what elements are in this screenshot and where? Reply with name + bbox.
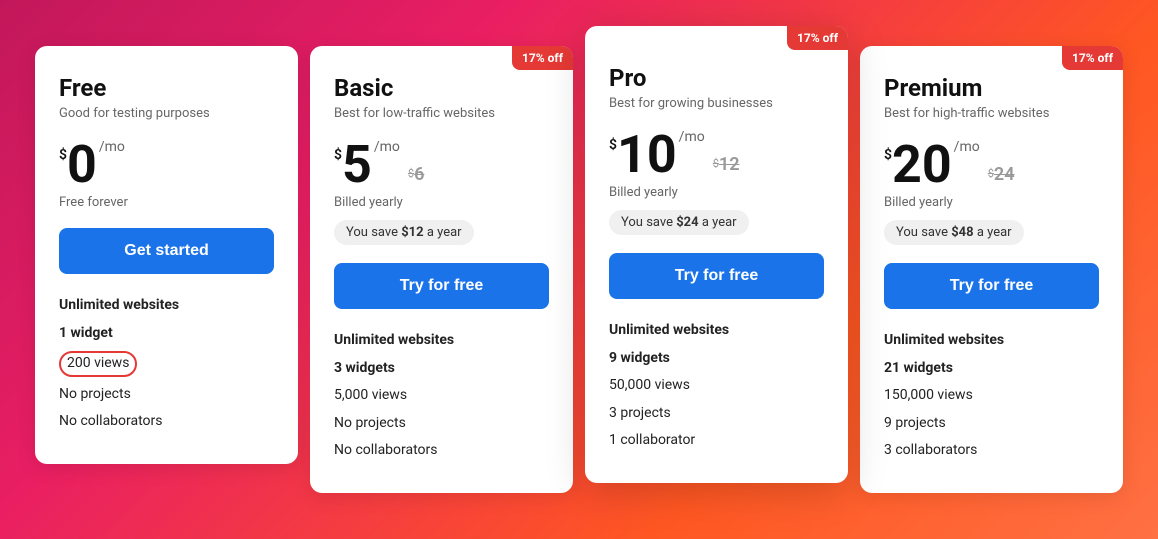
plan-description-basic: Best for low-traffic websites [334, 106, 549, 121]
price-number-pro: 10 [617, 129, 677, 181]
price-main-premium: $ 20 /mo [884, 139, 980, 191]
cta-button-free[interactable]: Get started [59, 228, 274, 274]
plan-card-basic: 17% off Basic Best for low-traffic website… [310, 46, 573, 493]
plan-card-pro: 17% off Pro Best for growing businesses $ … [585, 26, 848, 483]
cta-button-pro[interactable]: Try for free [609, 253, 824, 299]
price-number-basic: 5 [342, 139, 372, 191]
plan-name-premium: Premium [884, 74, 1099, 102]
plan-name-basic: Basic [334, 74, 549, 102]
plan-card-premium: 17% off Premium Best for high-traffic webs… [860, 46, 1123, 493]
price-period-pro: /mo [679, 129, 705, 145]
price-main-pro: $ 10 /mo [609, 129, 705, 181]
plan-description-free: Good for testing purposes [59, 106, 274, 121]
billing-note-premium: Billed yearly [884, 195, 1099, 210]
currency-premium: $ [884, 147, 892, 163]
savings-badge-premium: You save $48 a year [884, 220, 1024, 245]
features-list-basic: Unlimited websites 3 widgets 5,000 views No… [334, 331, 549, 461]
feature-item-basic-4: No collaborators [334, 441, 549, 461]
feature-item-free-1: 1 widget [59, 324, 274, 344]
currency-pro: $ [609, 137, 617, 153]
feature-item-basic-1: 3 widgets [334, 359, 549, 379]
feature-item-basic-2: 5,000 views [334, 386, 549, 406]
feature-item-pro-3: 3 projects [609, 404, 824, 424]
price-number-free: 0 [67, 139, 97, 191]
price-number-premium: 20 [892, 139, 952, 191]
price-main-basic: $ 5 /mo [334, 139, 400, 191]
circled-feature-free-2: 200 views [59, 351, 137, 377]
feature-item-basic-0: Unlimited websites [334, 331, 549, 351]
feature-item-premium-2: 150,000 views [884, 386, 1099, 406]
currency-free: $ [59, 147, 67, 163]
feature-item-pro-0: Unlimited websites [609, 321, 824, 341]
pricing-container: Free Good for testing purposes $ 0 /mo Fr… [29, 46, 1129, 493]
cta-button-premium[interactable]: Try for free [884, 263, 1099, 309]
discount-badge-basic: 17% off [512, 46, 573, 70]
discount-badge-premium: 17% off [1062, 46, 1123, 70]
feature-item-free-3: No projects [59, 385, 274, 405]
cta-button-basic[interactable]: Try for free [334, 263, 549, 309]
price-period-basic: /mo [374, 139, 400, 155]
plan-description-premium: Best for high-traffic websites [884, 106, 1099, 121]
billing-note-pro: Billed yearly [609, 185, 824, 200]
feature-item-premium-4: 3 collaborators [884, 441, 1099, 461]
savings-badge-pro: You save $24 a year [609, 210, 749, 235]
price-original-premium: $ 24 [988, 164, 1015, 185]
feature-item-free-4: No collaborators [59, 412, 274, 432]
price-row-basic: $ 5 /mo $ 6 [334, 139, 549, 191]
feature-item-free-2: 200 views [59, 351, 274, 377]
price-row-premium: $ 20 /mo $ 24 [884, 139, 1099, 191]
billing-note-free: Free forever [59, 195, 274, 210]
orig-number-basic: 6 [414, 164, 424, 185]
feature-item-free-0: Unlimited websites [59, 296, 274, 316]
currency-basic: $ [334, 147, 342, 163]
price-main-free: $ 0 /mo [59, 139, 125, 191]
features-list-free: Unlimited websites 1 widget 200 views No pr… [59, 296, 274, 432]
savings-badge-basic: You save $12 a year [334, 220, 474, 245]
feature-item-basic-3: No projects [334, 414, 549, 434]
feature-item-pro-2: 50,000 views [609, 376, 824, 396]
feature-item-pro-4: 1 collaborator [609, 431, 824, 451]
discount-badge-pro: 17% off [787, 26, 848, 50]
features-list-premium: Unlimited websites 21 widgets 150,000 view… [884, 331, 1099, 461]
feature-item-premium-0: Unlimited websites [884, 331, 1099, 351]
feature-item-pro-1: 9 widgets [609, 349, 824, 369]
price-original-basic: $ 6 [408, 164, 424, 185]
plan-description-pro: Best for growing businesses [609, 96, 824, 111]
orig-number-pro: 12 [719, 154, 740, 175]
price-period-premium: /mo [954, 139, 980, 155]
feature-item-premium-3: 9 projects [884, 414, 1099, 434]
billing-note-basic: Billed yearly [334, 195, 549, 210]
price-period-free: /mo [99, 139, 125, 155]
price-original-pro: $ 12 [713, 154, 740, 175]
plan-name-pro: Pro [609, 64, 824, 92]
feature-item-premium-1: 21 widgets [884, 359, 1099, 379]
price-row-free: $ 0 /mo [59, 139, 274, 191]
price-row-pro: $ 10 /mo $ 12 [609, 129, 824, 181]
plan-card-free: Free Good for testing purposes $ 0 /mo Fr… [35, 46, 298, 464]
orig-number-premium: 24 [994, 164, 1015, 185]
features-list-pro: Unlimited websites 9 widgets 50,000 views 3… [609, 321, 824, 451]
plan-name-free: Free [59, 74, 274, 102]
